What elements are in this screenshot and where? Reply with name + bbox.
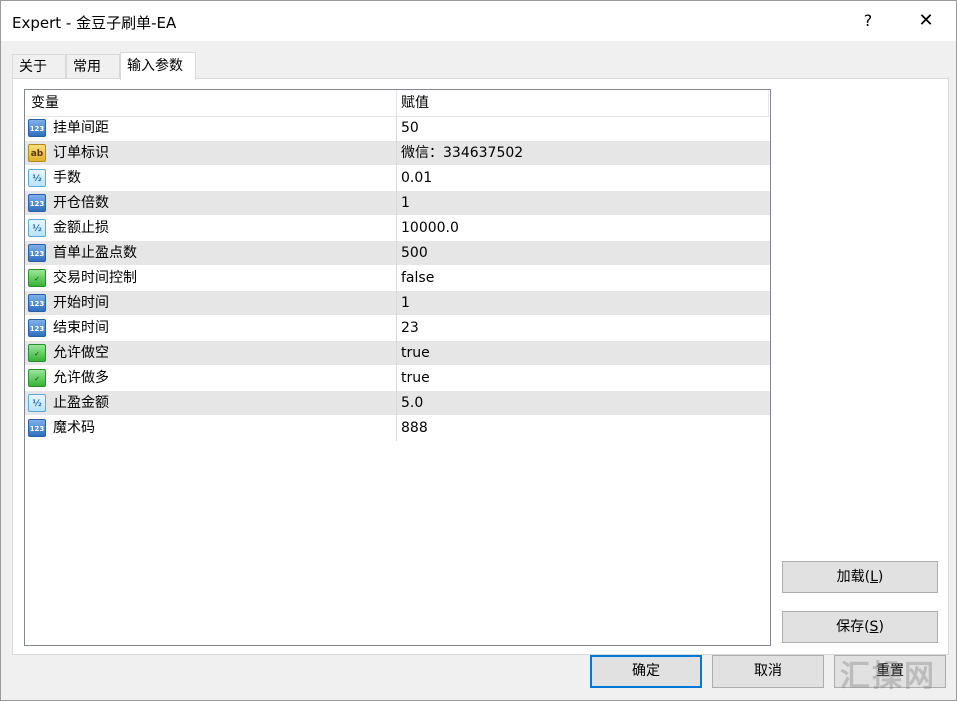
cell-divider <box>396 141 397 166</box>
grid-header: 变量 赋值 <box>25 90 770 117</box>
input-parameters-grid: 变量 赋值 123 挂单间距 50 ab 订单标识 微信：334637502 ½ 手数 0.01… <box>24 89 771 646</box>
save-button-label: 保存( <box>836 619 870 635</box>
parameter-name: 手数 <box>53 170 81 186</box>
parameter-row[interactable]: ½ 手数 0.01 <box>25 166 770 191</box>
parameter-name: 订单标识 <box>53 145 109 161</box>
parameter-value[interactable]: 1 <box>401 191 410 215</box>
tab-about[interactable]: 关于 <box>12 54 66 78</box>
save-button[interactable]: 保存(S) <box>782 611 938 643</box>
string-ab-icon: ab <box>28 144 46 162</box>
cell-divider <box>396 316 397 341</box>
cell-divider <box>396 166 397 191</box>
double-half-icon: ½ <box>28 219 46 237</box>
parameter-row[interactable]: ½ 金额止损 10000.0 <box>25 216 770 241</box>
cell-divider <box>396 266 397 291</box>
parameter-row[interactable]: ✓ 交易时间控制 false <box>25 266 770 291</box>
parameter-name: 止盈金额 <box>53 395 109 411</box>
parameter-value[interactable]: 微信：334637502 <box>401 141 523 165</box>
int-123-icon: 123 <box>28 419 46 437</box>
parameter-row[interactable]: 123 挂单间距 50 <box>25 116 770 141</box>
close-button[interactable]: ✕ <box>906 7 946 35</box>
cell-divider <box>396 391 397 416</box>
parameter-row[interactable]: 123 魔术码 888 <box>25 416 770 441</box>
parameter-value[interactable]: 50 <box>401 116 419 140</box>
int-123-icon: 123 <box>28 319 46 337</box>
cell-divider <box>396 116 397 141</box>
cell-divider <box>396 416 397 441</box>
column-divider[interactable] <box>768 90 769 116</box>
parameter-row[interactable]: ab 订单标识 微信：334637502 <box>25 141 770 166</box>
load-button-label: 加载( <box>836 569 871 585</box>
cell-divider <box>396 291 397 316</box>
parameter-row[interactable]: 123 首单止盈点数 500 <box>25 241 770 266</box>
parameter-name: 首单止盈点数 <box>53 245 137 261</box>
parameter-value[interactable]: 23 <box>401 316 419 340</box>
column-header-value[interactable]: 赋值 <box>401 90 429 116</box>
cell-divider <box>396 216 397 241</box>
parameter-value[interactable]: false <box>401 266 434 290</box>
expert-properties-dialog: Expert - 金豆子刷单-EA ? ✕ 关于 常用 输入参数 变量 赋值 1… <box>0 0 957 701</box>
parameter-value[interactable]: 5.0 <box>401 391 423 415</box>
parameter-value[interactable]: true <box>401 341 430 365</box>
double-half-icon: ½ <box>28 169 46 187</box>
help-button[interactable]: ? <box>853 7 883 35</box>
cell-divider <box>396 341 397 366</box>
parameter-row[interactable]: ✓ 允许做空 true <box>25 341 770 366</box>
cell-divider <box>396 241 397 266</box>
title-bar: Expert - 金豆子刷单-EA ? ✕ <box>1 1 956 41</box>
parameter-value[interactable]: 0.01 <box>401 166 432 190</box>
tab-common[interactable]: 常用 <box>66 54 120 78</box>
parameter-value[interactable]: 10000.0 <box>401 216 459 240</box>
tab-inputs[interactable]: 输入参数 <box>120 52 196 80</box>
parameter-name: 挂单间距 <box>53 120 109 136</box>
parameter-value[interactable]: true <box>401 366 430 390</box>
parameter-row[interactable]: ✓ 允许做多 true <box>25 366 770 391</box>
ok-button[interactable]: 确定 <box>590 655 702 688</box>
parameter-name: 开始时间 <box>53 295 109 311</box>
parameter-value[interactable]: 888 <box>401 416 428 440</box>
parameter-value[interactable]: 500 <box>401 241 428 265</box>
bool-check-icon: ✓ <box>28 344 46 362</box>
parameter-name: 允许做多 <box>53 370 109 386</box>
cell-divider <box>396 191 397 216</box>
parameter-name: 金额止损 <box>53 220 109 236</box>
int-123-icon: 123 <box>28 119 46 137</box>
cancel-button[interactable]: 取消 <box>712 655 824 688</box>
cell-divider <box>396 366 397 391</box>
parameter-name: 结束时间 <box>53 320 109 336</box>
save-button-label-end: ) <box>878 619 884 635</box>
load-button[interactable]: 加载(L) <box>782 561 938 593</box>
double-half-icon: ½ <box>28 394 46 412</box>
bool-check-icon: ✓ <box>28 269 46 287</box>
window-title: Expert - 金豆子刷单-EA <box>12 14 177 32</box>
parameter-value[interactable]: 1 <box>401 291 410 315</box>
int-123-icon: 123 <box>28 244 46 262</box>
column-header-variable[interactable]: 变量 <box>31 90 59 116</box>
load-button-label-end: ) <box>877 569 884 585</box>
parameter-name: 魔术码 <box>53 420 95 436</box>
column-divider[interactable] <box>396 90 397 116</box>
bool-check-icon: ✓ <box>28 369 46 387</box>
load-button-accelerator: L <box>870 569 878 585</box>
parameter-name: 交易时间控制 <box>53 270 137 286</box>
parameter-row[interactable]: ½ 止盈金额 5.0 <box>25 391 770 416</box>
parameter-name: 开仓倍数 <box>53 195 109 211</box>
int-123-icon: 123 <box>28 294 46 312</box>
int-123-icon: 123 <box>28 194 46 212</box>
site-watermark: 汇操网 <box>840 659 936 694</box>
parameter-row[interactable]: 123 结束时间 23 <box>25 316 770 341</box>
parameter-row[interactable]: 123 开始时间 1 <box>25 291 770 316</box>
parameter-row[interactable]: 123 开仓倍数 1 <box>25 191 770 216</box>
parameter-name: 允许做空 <box>53 345 109 361</box>
